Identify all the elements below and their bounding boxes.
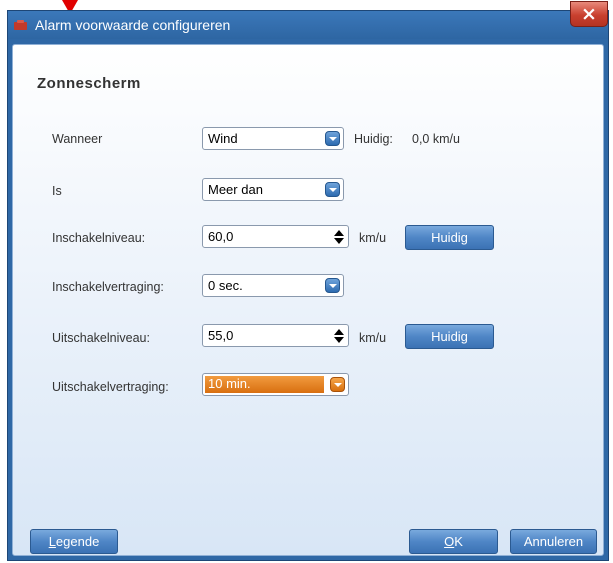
dialog-window: Alarm voorwaarde configureren × Zonnesch… [7, 1, 609, 561]
is-label: Is [52, 184, 62, 198]
legend-button[interactable]: Legende [30, 529, 118, 554]
wanneer-select[interactable]: Wind [202, 127, 344, 150]
spin-up-icon[interactable] [334, 329, 344, 335]
huidig-label: Huidig: [354, 132, 393, 146]
is-select[interactable]: Meer dan [202, 178, 344, 201]
inschakelniveau-value: 60,0 [208, 229, 234, 244]
is-value: Meer dan [208, 182, 263, 197]
inschakelvertraging-label: Inschakelvertraging: [52, 280, 164, 294]
uitschakel-huidig-button[interactable]: Huidig [405, 324, 494, 349]
inschakelvertraging-value: 0 sec. [208, 278, 243, 293]
inschakel-huidig-button[interactable]: Huidig [405, 225, 494, 250]
wanneer-value: Wind [208, 131, 238, 146]
uitschakelniveau-input[interactable]: 55,0 [202, 324, 349, 347]
alarm-icon [14, 20, 27, 30]
uitschakelniveau-label: Uitschakelniveau: [52, 331, 150, 345]
chevron-down-icon[interactable] [325, 182, 340, 197]
title-bar[interactable]: Alarm voorwaarde configureren [8, 11, 608, 39]
close-icon: × [581, 3, 597, 25]
close-button[interactable]: × [570, 1, 608, 27]
dialog-content: Zonnescherm Wanneer Wind Huidig: 0,0 km/… [12, 44, 604, 556]
spin-down-icon[interactable] [334, 238, 344, 244]
inschakelniveau-label: Inschakelniveau: [52, 231, 146, 245]
chevron-down-icon[interactable] [325, 278, 340, 293]
uitschakelvertraging-value: 10 min. [208, 376, 251, 391]
ok-button[interactable]: OK [409, 529, 498, 554]
wanneer-label: Wanneer [52, 132, 103, 146]
huidig-value: 0,0 km/u [412, 132, 460, 146]
cancel-button[interactable]: Annuleren [510, 529, 597, 554]
spin-up-icon[interactable] [334, 230, 344, 236]
spinner-arrows-icon[interactable] [334, 328, 344, 344]
inschakelniveau-unit: km/u [359, 231, 387, 245]
uitschakelvertraging-select[interactable]: 10 min. [202, 373, 349, 396]
window-title: Alarm voorwaarde configureren [35, 17, 231, 33]
spin-down-icon[interactable] [334, 337, 344, 343]
uitschakelniveau-unit: km/u [359, 331, 387, 345]
uitschakelvertraging-label: Uitschakelvertraging: [52, 380, 169, 394]
section-title: Zonnescherm [37, 75, 141, 92]
uitschakelniveau-value: 55,0 [208, 328, 234, 343]
chevron-down-icon[interactable] [325, 131, 340, 146]
spinner-arrows-icon[interactable] [334, 229, 344, 245]
inschakelvertraging-select[interactable]: 0 sec. [202, 274, 344, 297]
chevron-down-icon[interactable] [330, 377, 345, 392]
inschakelniveau-input[interactable]: 60,0 [202, 225, 349, 248]
